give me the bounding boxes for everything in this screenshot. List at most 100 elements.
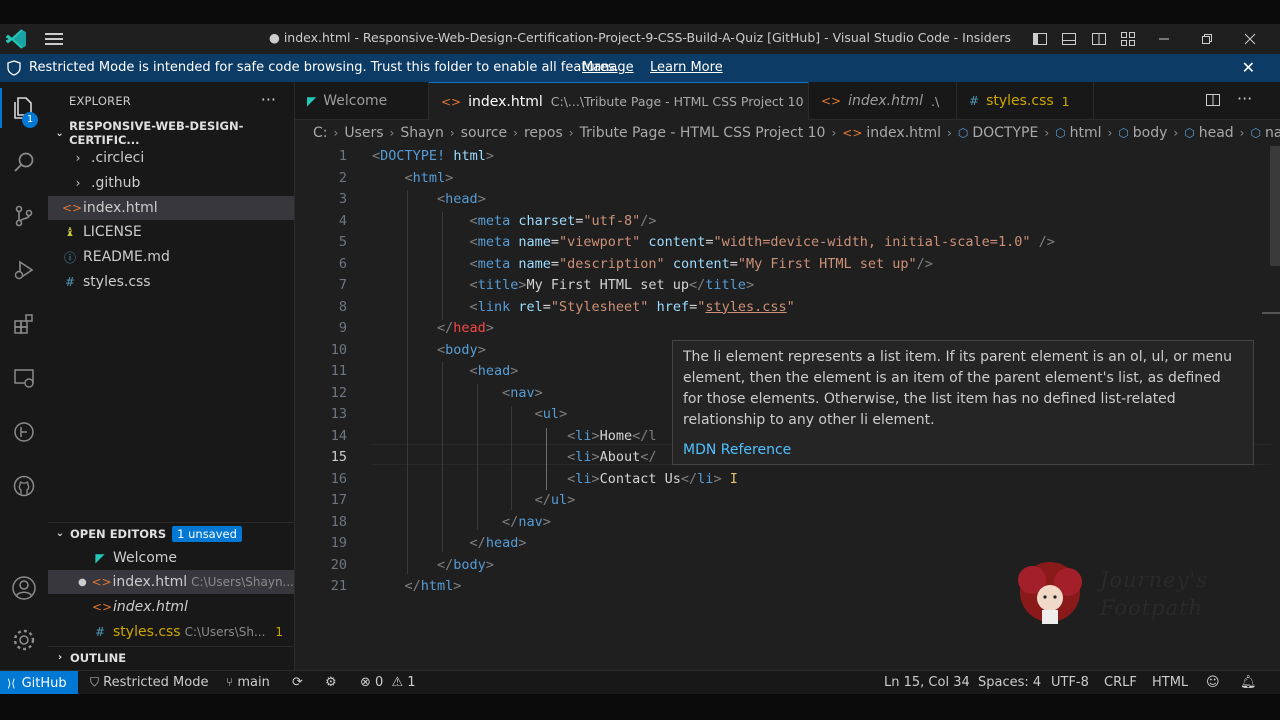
feedback-icon[interactable]: ☺: [1206, 675, 1220, 690]
github-icon[interactable]: [0, 462, 48, 510]
workspace-folder-header[interactable]: ⌄ RESPONSIVE-WEB-DESIGN-CERTIFIC...: [48, 119, 295, 147]
breadcrumb-item[interactable]: DOCTYPE: [972, 125, 1038, 141]
timeline-icon[interactable]: [0, 408, 48, 456]
tree-item-circleci[interactable]: › .circleci: [48, 146, 294, 170]
breadcrumb-item[interactable]: repos: [524, 125, 563, 141]
toggle-panel-icon[interactable]: [1057, 27, 1081, 51]
breadcrumb-item[interactable]: head: [1199, 125, 1234, 141]
breadcrumb-item[interactable]: Tribute Page - HTML CSS Project 10: [580, 125, 826, 141]
remote-indicator[interactable]: ⟩⟨ GitHub: [0, 671, 78, 695]
editor-more-actions-icon[interactable]: ···: [1237, 89, 1252, 108]
html-file-icon: <>: [62, 201, 83, 215]
breadcrumb-item[interactable]: Users: [344, 125, 383, 141]
settings-gear-icon[interactable]: [0, 616, 48, 664]
line-number: 13: [330, 406, 347, 422]
editor-tabs: ◤ Welcome <> index.html C:\...\Tribute P…: [295, 82, 1280, 120]
breadcrumb-item[interactable]: body: [1133, 125, 1168, 141]
breadcrumb-item[interactable]: source: [461, 125, 508, 141]
tree-item-readme[interactable]: ⓘ README.md: [48, 245, 294, 269]
open-editor-index-html[interactable]: <> index.html: [48, 595, 294, 619]
breadcrumb-item[interactable]: na: [1265, 125, 1280, 141]
tree-item-github[interactable]: › .github: [48, 171, 294, 195]
sync-icon[interactable]: ⟳: [292, 675, 303, 690]
problems-status[interactable]: ⊗ 0 ⚠ 1: [360, 675, 416, 690]
top-black-strip: [0, 0, 1280, 24]
open-editor-label: styles.css: [113, 624, 181, 640]
line-number: 2: [338, 169, 347, 186]
breadcrumb-item[interactable]: C:: [313, 125, 328, 141]
journeys-footpath-watermark: Journey's Footpath: [1002, 560, 1212, 630]
indentation[interactable]: Spaces: 4: [978, 675, 1041, 690]
source-control-icon[interactable]: [0, 192, 48, 240]
code-line: </ul>: [534, 492, 576, 508]
tree-item-styles-css[interactable]: # styles.css: [48, 270, 294, 294]
tab-path: C:\...\Tribute Page - HTML CSS Project 1…: [550, 94, 804, 109]
restore-icon[interactable]: [1195, 27, 1219, 51]
chevron-down-icon: ⌄: [55, 127, 64, 139]
encoding[interactable]: UTF-8: [1051, 675, 1089, 690]
extensions-icon[interactable]: [0, 300, 48, 348]
more-actions-icon[interactable]: ···: [261, 90, 276, 109]
open-editor-path: C:\Users\Sh...: [184, 625, 266, 639]
explorer-icon[interactable]: 1: [0, 84, 48, 132]
breadcrumb-item[interactable]: html: [1070, 125, 1102, 141]
remote-icon: ⟩⟨: [7, 676, 16, 690]
line-number: 21: [330, 578, 347, 594]
line-number: 3: [338, 191, 347, 207]
branch-status[interactable]: ⑂ main: [226, 675, 270, 690]
watermark-text: Journey's: [1100, 568, 1208, 592]
open-editor-welcome[interactable]: ◤ Welcome: [48, 546, 294, 570]
code-line: <DOCTYPE! html>: [372, 148, 494, 164]
manage-link[interactable]: Manage: [582, 60, 634, 75]
tab-index-html-active[interactable]: <> index.html C:\...\Tribute Page - HTML…: [429, 82, 809, 120]
code-line: <html>: [404, 169, 454, 186]
open-editor-path: C:\Users\Shayn...: [191, 575, 294, 589]
hover-tooltip: The li element represents a list item. I…: [672, 340, 1254, 465]
breadcrumb: C: › Users › Shayn › source › repos › Tribute…: [295, 120, 1280, 146]
learn-more-link[interactable]: Learn More: [650, 60, 723, 75]
run-debug-icon[interactable]: [0, 246, 48, 294]
close-window-icon[interactable]: [1238, 27, 1262, 51]
open-editor-styles-css[interactable]: # styles.css C:\Users\Sh... 1: [48, 620, 294, 644]
split-editor-icon[interactable]: [1205, 92, 1221, 112]
end-of-line[interactable]: CRLF: [1104, 675, 1137, 690]
tab-problem-count: 1: [1061, 93, 1070, 109]
tree-item-license[interactable]: ♝ LICENSE: [48, 220, 294, 244]
open-editor-index-html-unsaved[interactable]: ● <> index.html C:\Users\Shayn...: [48, 570, 294, 594]
toggle-primary-sidebar-icon[interactable]: [1028, 27, 1052, 51]
tab-styles-css[interactable]: # styles.css 1: [957, 82, 1094, 120]
search-icon[interactable]: [0, 138, 48, 186]
shield-icon: [7, 60, 21, 76]
workspace-folder-name: RESPONSIVE-WEB-DESIGN-CERTIFIC...: [69, 119, 244, 147]
outline-header[interactable]: › OUTLINE: [48, 646, 295, 668]
code-line: <meta charset="utf-8"/>: [469, 212, 657, 229]
code-line: <li>About</: [567, 449, 657, 465]
remote-label: GitHub: [21, 675, 67, 691]
open-editors-header[interactable]: ⌄ OPEN EDITORS 1 unsaved: [48, 522, 295, 544]
close-banner-icon[interactable]: ✕: [1242, 58, 1255, 77]
notifications-bell-icon[interactable]: 🔔︎: [1240, 675, 1257, 690]
code-line: </head>: [437, 320, 494, 336]
tab-welcome[interactable]: ◤ Welcome: [295, 82, 429, 120]
cursor-position[interactable]: Ln 15, Col 34: [884, 675, 970, 690]
mdn-reference-link[interactable]: MDN Reference: [683, 440, 1243, 461]
breadcrumb-item[interactable]: index.html: [866, 125, 941, 141]
editor-scrollbar-thumb[interactable]: [1270, 146, 1280, 266]
error-count: 0: [375, 675, 384, 690]
warning-count: 1: [407, 675, 416, 690]
minimize-icon[interactable]: [1152, 27, 1176, 51]
tab-index-html-preview[interactable]: <> index.html .\: [809, 82, 957, 120]
breadcrumb-item[interactable]: Shayn: [400, 125, 444, 141]
tree-item-index-html[interactable]: <> index.html: [48, 196, 294, 220]
restricted-mode-status[interactable]: ⛉ Restricted Mode: [90, 675, 208, 690]
accounts-icon[interactable]: [0, 564, 48, 612]
customize-layout-icon[interactable]: [1116, 27, 1140, 51]
language-mode[interactable]: HTML: [1152, 675, 1188, 690]
live-share-icon[interactable]: ⚙: [325, 675, 337, 690]
code-line: <li>Home</l: [567, 427, 657, 444]
code-line: </head>: [469, 535, 527, 551]
toggle-secondary-sidebar-icon[interactable]: [1087, 27, 1111, 51]
unsaved-dot-icon: ●: [78, 576, 87, 588]
remote-explorer-icon[interactable]: [0, 354, 48, 402]
info-icon: ⓘ: [63, 250, 76, 265]
